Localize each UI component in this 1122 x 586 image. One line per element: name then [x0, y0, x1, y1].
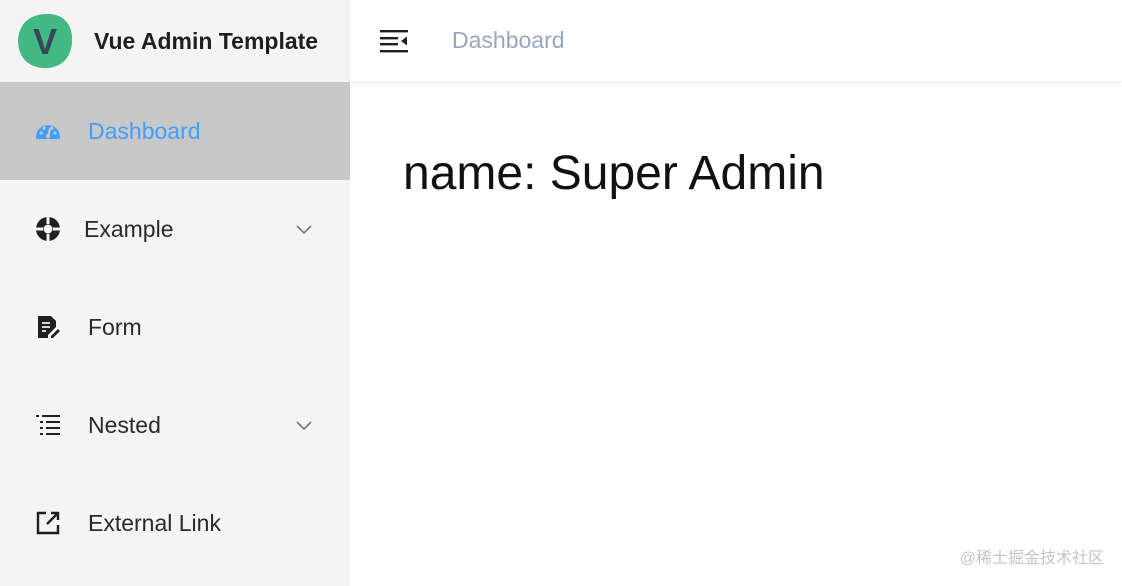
- sidebar-logo[interactable]: V Vue Admin Template: [0, 0, 350, 82]
- sidebar-item-label: Form: [88, 313, 142, 340]
- sidebar-item-label: Nested: [88, 411, 161, 438]
- chevron-down-icon[interactable]: [294, 219, 314, 239]
- sidebar-item-external-link[interactable]: External Link: [0, 474, 350, 572]
- dashboard-container: name: Super Admin: [350, 82, 1122, 201]
- breadcrumb: Dashboard: [452, 27, 565, 53]
- example-icon: [34, 215, 62, 243]
- svg-text:V: V: [33, 21, 57, 62]
- navbar: Dashboard: [350, 0, 1122, 82]
- logo-badge: V: [16, 12, 74, 70]
- sidebar-item-label: Example: [84, 215, 174, 242]
- sidebar-item-label: External Link: [88, 509, 221, 536]
- sidebar-item-form[interactable]: Form: [0, 278, 350, 376]
- dashboard-icon: [34, 117, 62, 145]
- sidebar-menu: Dashboard Example Form Nested External L…: [0, 82, 350, 572]
- form-icon: [34, 313, 62, 341]
- app-title: Vue Admin Template: [94, 27, 319, 54]
- vue-logo-icon: V: [18, 13, 73, 69]
- sidebar-item-example[interactable]: Example: [0, 180, 350, 278]
- sidebar: V Vue Admin Template Dashboard Example F…: [0, 0, 350, 586]
- watermark: @稀土掘金技术社区: [959, 550, 1104, 567]
- dashboard-text: name: Super Admin: [403, 147, 825, 200]
- external-link-icon: [34, 509, 62, 537]
- nested-icon: [34, 411, 62, 439]
- chevron-down-icon[interactable]: [294, 415, 314, 435]
- main-area: Dashboard name: Super Admin: [350, 0, 1122, 586]
- sidebar-item-label: Dashboard: [88, 117, 201, 144]
- sidebar-item-dashboard[interactable]: Dashboard: [0, 82, 350, 180]
- sidebar-item-nested[interactable]: Nested: [0, 376, 350, 474]
- app-root: V Vue Admin Template Dashboard Example F…: [0, 0, 1122, 586]
- hamburger-icon[interactable]: [378, 25, 410, 57]
